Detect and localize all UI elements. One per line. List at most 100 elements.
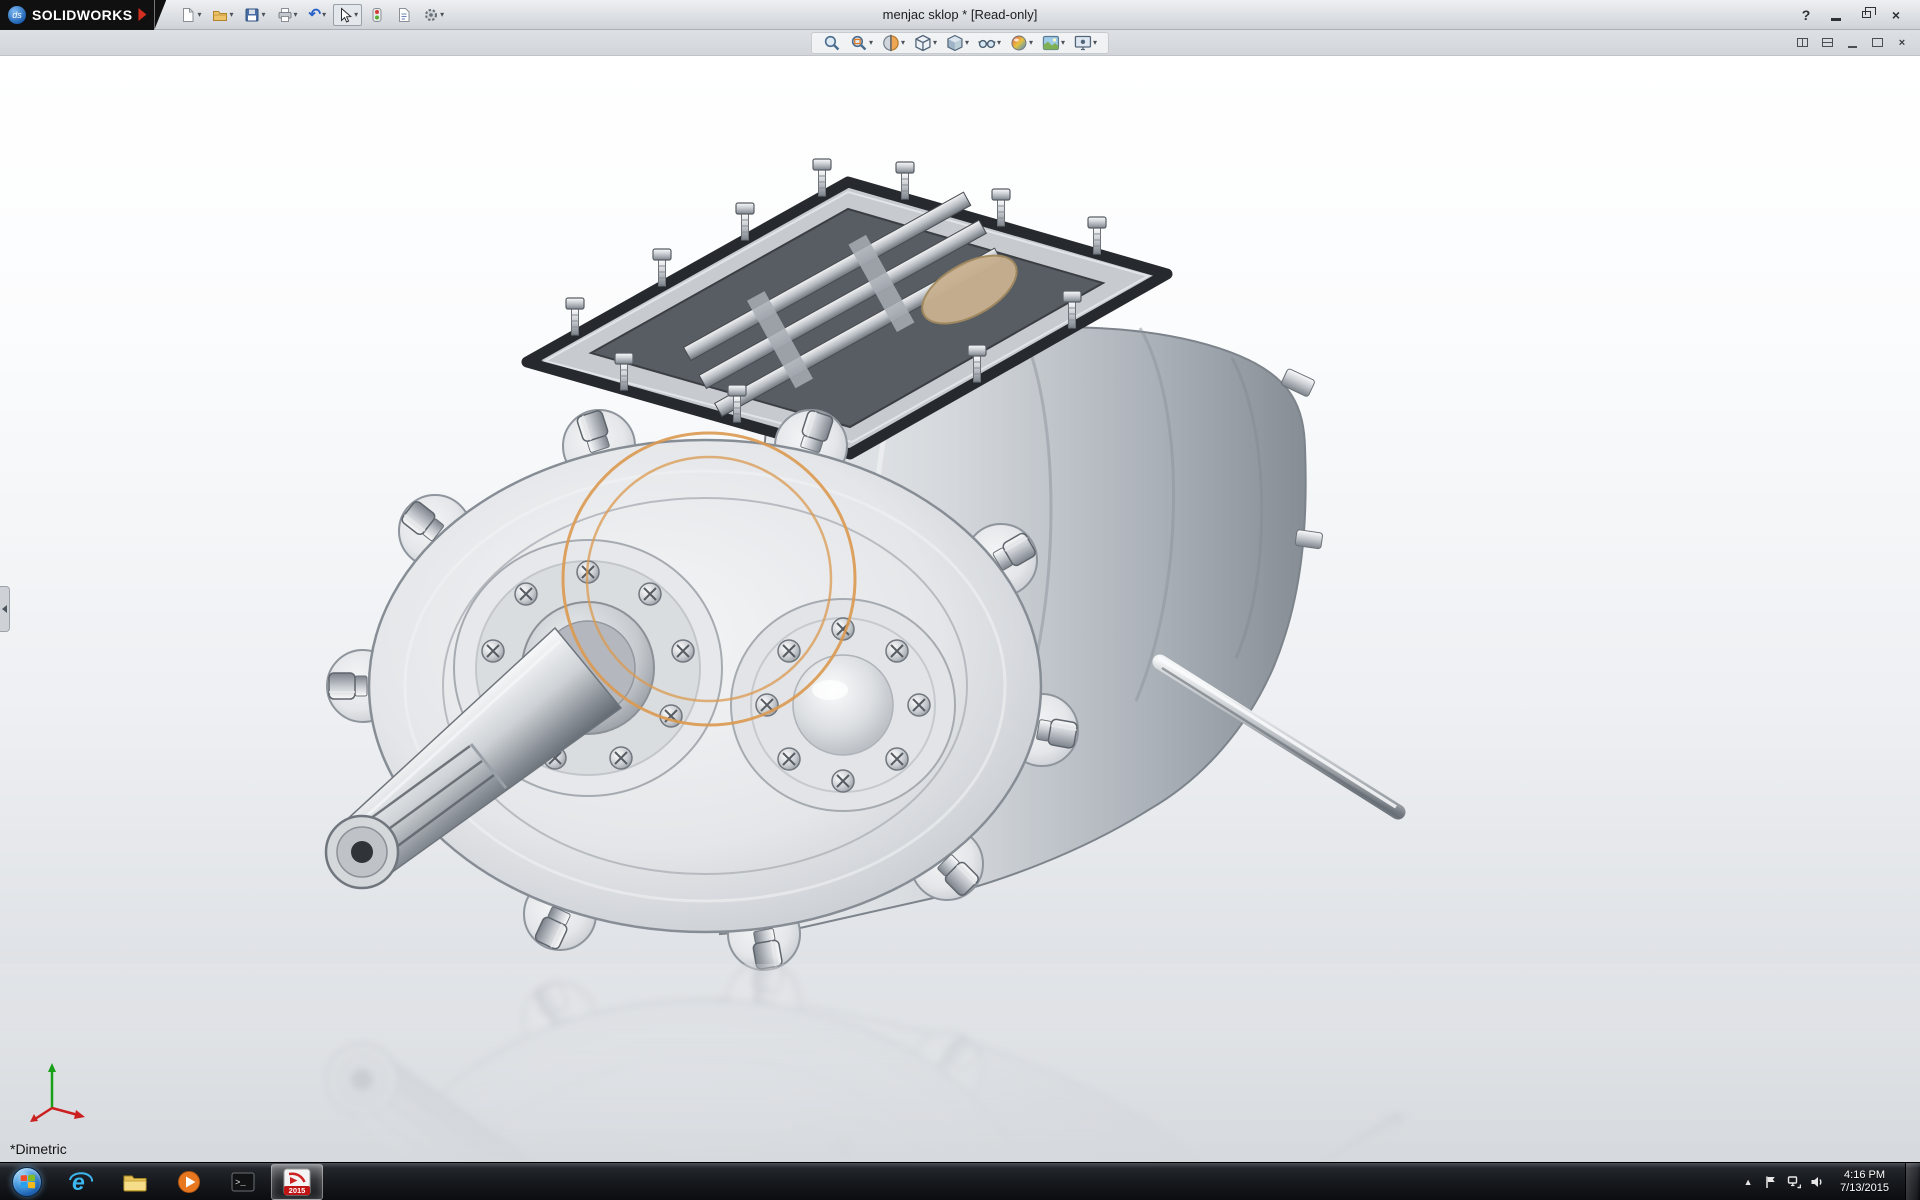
viewport-3d[interactable]: *Dimetric bbox=[0, 56, 1920, 1162]
folder-icon bbox=[122, 1169, 148, 1195]
glasses-icon bbox=[978, 34, 996, 52]
save-icon bbox=[244, 7, 260, 23]
view-settings-button[interactable]: ▾ bbox=[1073, 34, 1098, 52]
options-gear-icon bbox=[423, 7, 439, 23]
taskbar-media-player-button[interactable] bbox=[163, 1164, 215, 1200]
dassault-3ds-icon: ds bbox=[8, 6, 26, 24]
minimize-icon bbox=[1831, 18, 1841, 21]
svg-text:>_: >_ bbox=[235, 1178, 246, 1188]
media-player-icon bbox=[176, 1169, 202, 1195]
network-icon[interactable] bbox=[1787, 1175, 1801, 1189]
clock-date: 7/13/2015 bbox=[1840, 1182, 1889, 1195]
x-axis-arrow bbox=[52, 1108, 78, 1115]
windows-orb-icon bbox=[12, 1167, 42, 1197]
system-tray: ▲ 4:16 PM 7/13/2015 bbox=[1741, 1163, 1920, 1200]
main-toolbar: ▾ ▾ ▾ ▾ ↶ ▾ ▾ bbox=[166, 4, 458, 26]
restore-icon bbox=[1862, 11, 1871, 18]
undo-button[interactable]: ↶ ▾ bbox=[305, 5, 331, 25]
3d-scene[interactable] bbox=[0, 56, 1920, 1162]
featuremanager-collapsed-tab[interactable] bbox=[0, 586, 10, 632]
print-icon bbox=[277, 7, 293, 23]
restore-button[interactable] bbox=[1854, 4, 1878, 26]
taskbar: e >_ 2015 ▲ 4:16 PM 7/13/2015 bbox=[0, 1162, 1920, 1200]
taskbar-internet-explorer-button[interactable]: e bbox=[55, 1164, 107, 1200]
svg-text:2015: 2015 bbox=[289, 1186, 306, 1195]
dropdown-arrow-icon[interactable]: ▾ bbox=[261, 11, 265, 19]
file-properties-button[interactable] bbox=[392, 4, 416, 26]
dropdown-arrow-icon[interactable]: ▾ bbox=[869, 39, 873, 47]
print-button[interactable]: ▾ bbox=[273, 4, 302, 26]
apply-scene-button[interactable]: ▾ bbox=[1041, 34, 1066, 52]
titlebar: ds SOLIDWORKS ▾ ▾ ▾ ▾ ↶ bbox=[0, 0, 1920, 30]
restore-icon bbox=[1872, 38, 1883, 47]
select-cursor-icon bbox=[337, 7, 353, 23]
minimize-button[interactable] bbox=[1824, 4, 1848, 26]
windows-flag-icon bbox=[20, 1175, 34, 1189]
hide-show-items-button[interactable]: ▾ bbox=[977, 34, 1002, 52]
z-axis-arrow bbox=[35, 1108, 52, 1119]
new-document-button[interactable]: ▾ bbox=[176, 4, 205, 26]
rebuild-button[interactable] bbox=[365, 4, 389, 26]
select-button[interactable]: ▾ bbox=[333, 4, 362, 26]
magnifier-area-icon bbox=[850, 34, 868, 52]
save-button[interactable]: ▾ bbox=[240, 4, 269, 26]
dropdown-arrow-icon[interactable]: ▾ bbox=[1061, 39, 1065, 47]
open-folder-icon bbox=[212, 7, 228, 23]
solidworks-logo: ds SOLIDWORKS bbox=[0, 0, 154, 30]
new-document-icon bbox=[180, 7, 196, 23]
zoom-to-fit-button[interactable] bbox=[822, 34, 842, 52]
dropdown-arrow-icon[interactable]: ▾ bbox=[294, 11, 298, 19]
gearbox-model[interactable] bbox=[326, 159, 1400, 970]
dropdown-arrow-icon[interactable]: ▾ bbox=[322, 11, 326, 19]
dropdown-arrow-icon[interactable]: ▾ bbox=[1029, 39, 1033, 47]
undo-icon: ↶ bbox=[309, 8, 322, 22]
section-view-button[interactable]: ▾ bbox=[881, 34, 906, 52]
taskbar-solidworks-button[interactable]: 2015 bbox=[271, 1164, 323, 1200]
appearance-ball-icon bbox=[1010, 34, 1028, 52]
command-prompt-icon: >_ bbox=[230, 1169, 256, 1195]
show-desktop-button[interactable] bbox=[1905, 1163, 1918, 1200]
dropdown-arrow-icon[interactable]: ▾ bbox=[197, 11, 201, 19]
open-button[interactable]: ▾ bbox=[208, 4, 237, 26]
minimize-document-button[interactable] bbox=[1844, 35, 1860, 50]
dropdown-arrow-icon[interactable]: ▾ bbox=[354, 11, 358, 19]
window-controls: ? × bbox=[1794, 4, 1920, 26]
view-orientation-button[interactable]: ▾ bbox=[913, 34, 938, 52]
scene-landscape-icon bbox=[1042, 34, 1060, 52]
dropdown-arrow-icon[interactable]: ▾ bbox=[1093, 39, 1097, 47]
display-style-button[interactable]: ▾ bbox=[945, 34, 970, 52]
logo-wedge bbox=[154, 0, 166, 30]
clock-time: 4:16 PM bbox=[1840, 1169, 1889, 1182]
document-title: menjac sklop * [Read-only] bbox=[883, 7, 1038, 22]
edit-appearance-button[interactable]: ▾ bbox=[1009, 34, 1034, 52]
action-center-icon[interactable] bbox=[1764, 1175, 1778, 1189]
taskbar-command-prompt-button[interactable]: >_ bbox=[217, 1164, 269, 1200]
dropdown-arrow-icon[interactable]: ▾ bbox=[997, 39, 1001, 47]
volume-icon[interactable] bbox=[1810, 1175, 1824, 1189]
help-button[interactable]: ? bbox=[1794, 4, 1818, 26]
app-name: SOLIDWORKS bbox=[32, 7, 132, 23]
show-hidden-icons-button[interactable]: ▲ bbox=[1741, 1177, 1755, 1187]
view-orientation-label: *Dimetric bbox=[10, 1141, 67, 1157]
split-view-horizontal-button[interactable] bbox=[1819, 35, 1835, 50]
dropdown-arrow-icon[interactable]: ▾ bbox=[901, 39, 905, 47]
reflection-fade bbox=[0, 964, 1920, 1162]
taskbar-file-explorer-button[interactable] bbox=[109, 1164, 161, 1200]
orientation-triad bbox=[22, 1058, 92, 1128]
document-window-controls: × bbox=[1794, 35, 1910, 50]
close-document-button[interactable]: × bbox=[1894, 35, 1910, 50]
start-button[interactable] bbox=[0, 1163, 54, 1200]
internet-explorer-icon: e bbox=[68, 1169, 94, 1195]
section-sphere-icon bbox=[882, 34, 900, 52]
zoom-to-area-button[interactable]: ▾ bbox=[849, 34, 874, 52]
restore-document-button[interactable] bbox=[1869, 35, 1885, 50]
dropdown-arrow-icon[interactable]: ▾ bbox=[229, 11, 233, 19]
dropdown-arrow-icon[interactable]: ▾ bbox=[933, 39, 937, 47]
split-view-vertical-button[interactable] bbox=[1794, 35, 1810, 50]
options-button[interactable]: ▾ bbox=[419, 4, 448, 26]
dropdown-arrow-icon[interactable]: ▾ bbox=[440, 11, 444, 19]
taskbar-clock[interactable]: 4:16 PM 7/13/2015 bbox=[1833, 1169, 1896, 1195]
dropdown-arrow-icon[interactable]: ▾ bbox=[965, 39, 969, 47]
close-button[interactable]: × bbox=[1884, 4, 1908, 26]
split-horizontal-icon bbox=[1822, 38, 1833, 47]
